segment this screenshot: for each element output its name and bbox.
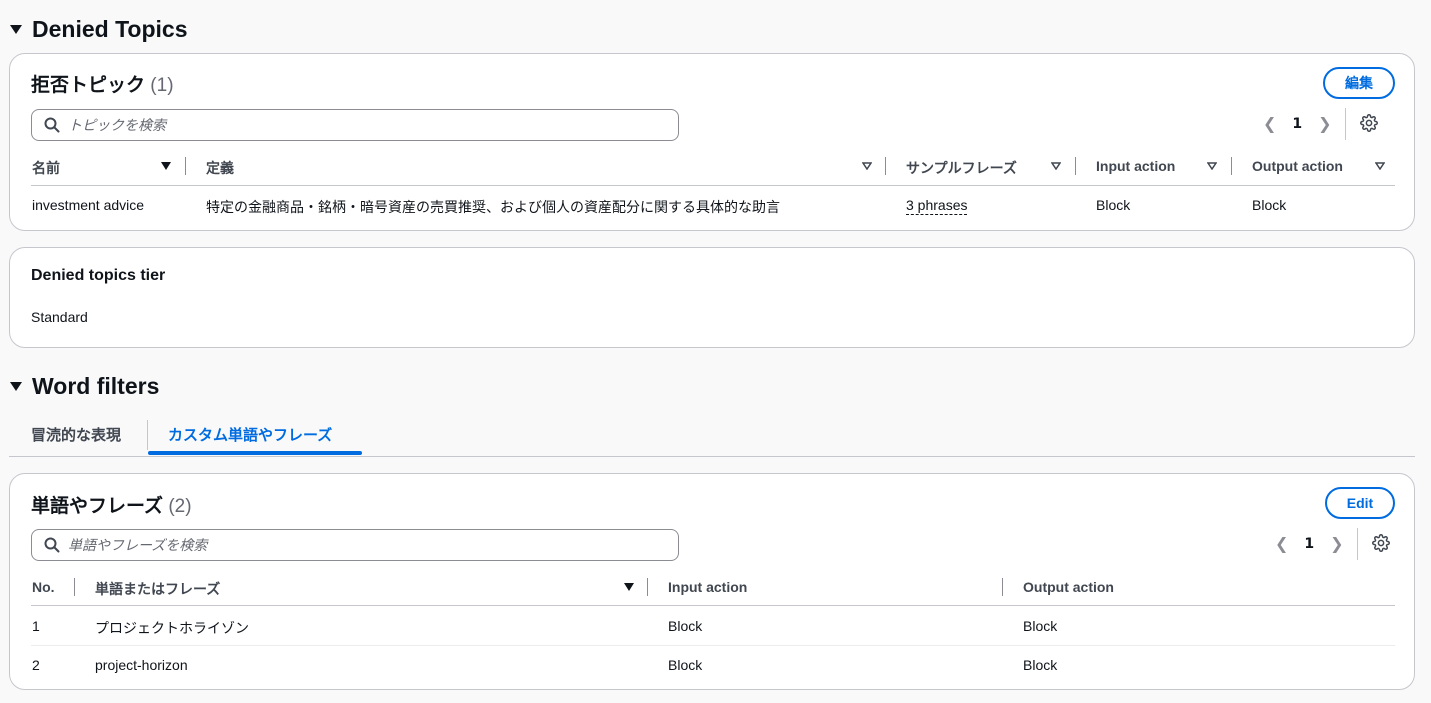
gear-icon[interactable] xyxy=(1360,114,1378,132)
tier-value: Standard xyxy=(31,309,88,325)
column-separator xyxy=(1002,578,1003,596)
word-search-box[interactable] xyxy=(31,529,679,561)
edit-topics-button[interactable]: 編集 xyxy=(1323,67,1395,99)
sort-desc-icon[interactable] xyxy=(161,162,171,170)
word-search-input[interactable] xyxy=(68,537,628,553)
chevron-right-icon[interactable]: ❯ xyxy=(1318,114,1331,133)
denied-topics-card: 拒否トピック (1) 編集 ❮ 1 ❯ 名前 定義 サンプルフレーズ Input… xyxy=(9,53,1415,231)
column-header-name[interactable]: 名前 xyxy=(32,158,60,178)
words-phrases-card: 単語やフレーズ (2) Edit ❮ 1 ❯ No. 単語またはフレーズ Inp… xyxy=(9,473,1415,690)
column-header-phrase[interactable]: 単語またはフレーズ xyxy=(95,579,220,599)
row-number-cell: 2 xyxy=(32,657,40,673)
column-separator xyxy=(1231,157,1232,175)
gear-icon[interactable] xyxy=(1372,534,1390,552)
topic-count: (1) xyxy=(150,75,174,96)
column-separator xyxy=(185,157,186,175)
edit-words-button[interactable]: Edit xyxy=(1325,487,1395,519)
topic-name-cell: investment advice xyxy=(32,197,145,213)
output-action-cell: Block xyxy=(1023,618,1058,634)
column-header-input-action[interactable]: Input action xyxy=(1096,158,1175,174)
row-number-cell: 1 xyxy=(32,618,40,634)
column-separator xyxy=(1075,157,1076,175)
pager-divider xyxy=(1357,528,1358,560)
column-header-input-action[interactable]: Input action xyxy=(668,579,747,595)
card-title-text: 拒否トピック xyxy=(31,75,146,96)
search-icon xyxy=(44,117,60,133)
column-header-sample-phrases[interactable]: サンプルフレーズ xyxy=(906,158,1017,178)
sort-icon[interactable] xyxy=(1051,162,1061,170)
words-card-title: 単語やフレーズ (2) xyxy=(31,491,192,518)
output-action-cell: Block xyxy=(1023,657,1058,673)
topic-search-box[interactable] xyxy=(31,109,679,141)
denied-topics-heading: Denied Topics xyxy=(32,16,188,42)
tab-custom-words[interactable]: カスタム単語やフレーズ xyxy=(168,424,332,445)
column-separator xyxy=(74,578,75,596)
table-header-divider xyxy=(31,605,1395,606)
denied-topics-tier-card: Denied topics tier Standard xyxy=(9,247,1415,348)
sort-icon[interactable] xyxy=(1375,162,1385,170)
sort-icon[interactable] xyxy=(1207,162,1217,170)
chevron-right-icon[interactable]: ❯ xyxy=(1330,534,1343,553)
word-filters-heading: Word filters xyxy=(32,373,160,399)
card-title-text: 単語やフレーズ xyxy=(31,496,164,517)
column-header-definition[interactable]: 定義 xyxy=(206,158,234,178)
words-pagination: ❮ 1 ❯ xyxy=(1275,534,1344,553)
tier-title: Denied topics tier xyxy=(31,267,166,284)
chevron-left-icon[interactable]: ❮ xyxy=(1275,534,1288,553)
word-filters-header[interactable]: Word filters xyxy=(10,373,159,400)
sample-phrases-cell[interactable]: 3 phrases xyxy=(906,197,968,215)
sort-icon[interactable] xyxy=(862,162,872,170)
pager-divider xyxy=(1345,108,1346,140)
column-separator xyxy=(647,578,648,596)
input-action-cell: Block xyxy=(668,657,703,673)
search-icon xyxy=(44,537,60,553)
topic-definition-cell: 特定の金融商品・銘柄・暗号資産の売買推奨、および個人の資産配分に関する具体的な助… xyxy=(206,199,780,215)
sample-phrases-link[interactable]: 3 phrases xyxy=(906,197,968,215)
column-header-output-action[interactable]: Output action xyxy=(1023,579,1114,595)
output-action-cell: Block xyxy=(1252,197,1287,213)
tab-profanity[interactable]: 冒涜的な表現 xyxy=(31,424,121,445)
topic-search-input[interactable] xyxy=(68,117,628,133)
chevron-left-icon[interactable]: ❮ xyxy=(1263,114,1276,133)
table-header-divider xyxy=(31,185,1395,186)
input-action-cell: Block xyxy=(1096,197,1131,213)
column-header-output-action[interactable]: Output action xyxy=(1252,158,1343,174)
column-separator xyxy=(885,157,886,175)
word-count: (2) xyxy=(168,496,192,517)
denied-topics-header[interactable]: Denied Topics xyxy=(10,16,188,43)
caret-down-icon[interactable] xyxy=(10,382,22,391)
phrase-cell: project-horizon xyxy=(95,657,188,673)
input-action-cell: Block xyxy=(668,618,703,634)
caret-down-icon[interactable] xyxy=(10,25,22,34)
column-header-number[interactable]: No. xyxy=(32,579,55,595)
active-tab-indicator xyxy=(148,451,362,455)
tabs-baseline xyxy=(9,456,1415,457)
current-page[interactable]: 1 xyxy=(1304,536,1314,552)
topics-pagination: ❮ 1 ❯ xyxy=(1263,114,1332,133)
denied-topics-card-title: 拒否トピック (1) xyxy=(31,70,174,97)
current-page[interactable]: 1 xyxy=(1292,116,1302,132)
row-divider xyxy=(31,645,1395,646)
phrase-cell: プロジェクトホライゾン xyxy=(95,620,249,636)
tab-divider xyxy=(147,420,148,450)
sort-desc-icon[interactable] xyxy=(624,583,634,591)
